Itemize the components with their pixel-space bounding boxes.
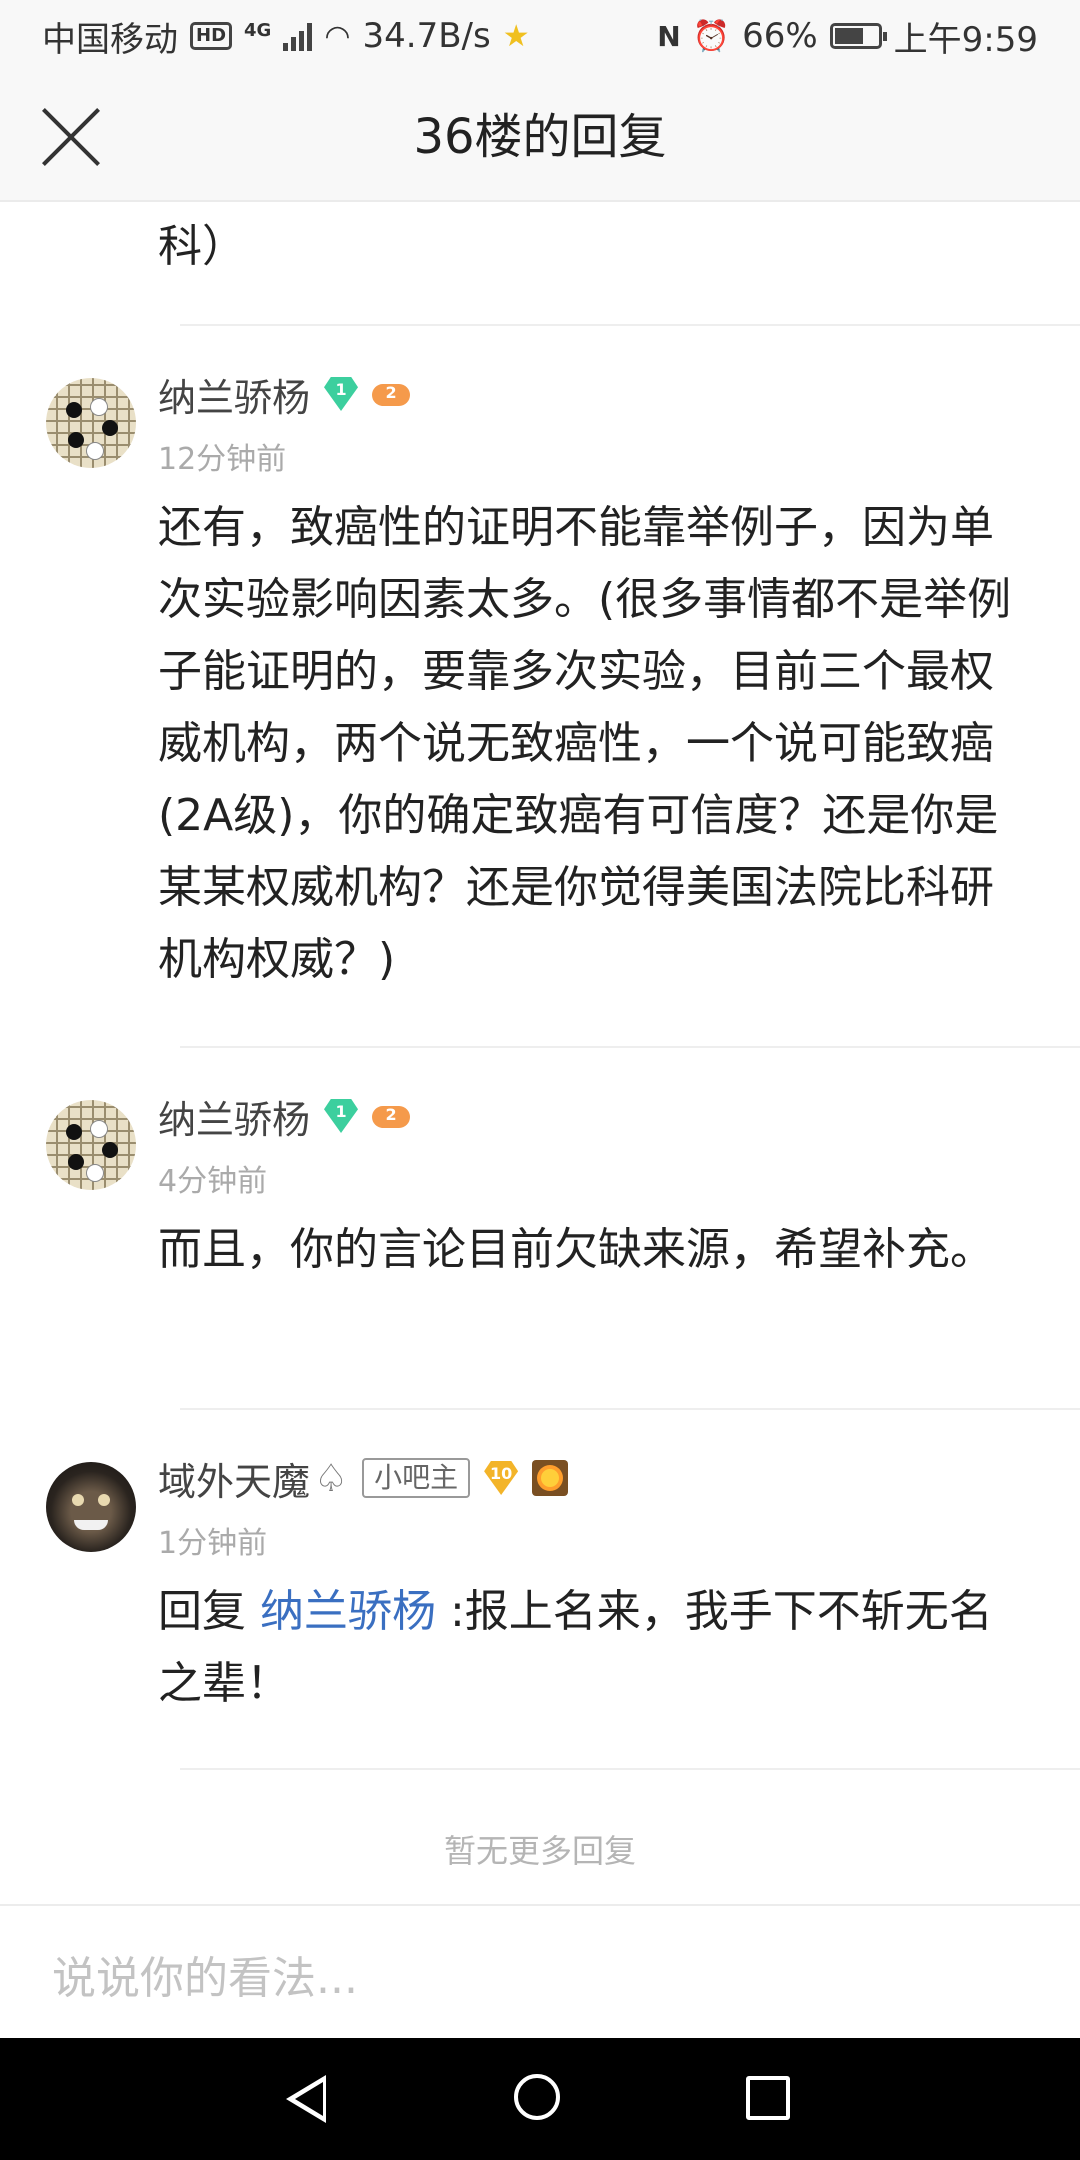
avatar[interactable]: [46, 1462, 136, 1552]
divider: [180, 1768, 1080, 1770]
mention-link[interactable]: 纳兰骄杨: [260, 1586, 436, 1637]
system-nav-bar: [0, 2038, 1080, 2160]
username[interactable]: 域外天魔: [158, 1451, 310, 1506]
battery-icon: [829, 23, 887, 49]
wifi-icon: ◠: [324, 18, 351, 54]
back-nav-icon[interactable]: [286, 2075, 326, 2123]
username[interactable]: 纳兰骄杨: [158, 367, 310, 422]
user-row: 纳兰骄杨 1 2: [158, 1088, 411, 1144]
home-nav-icon[interactable]: [514, 2074, 560, 2120]
alarm-icon: ⏰: [692, 18, 731, 54]
comment-input-bar[interactable]: 说说你的看法...: [0, 1904, 1080, 2038]
network-type: 4G: [244, 19, 272, 41]
previous-reply-fragment: 科）: [158, 221, 246, 272]
diamond-level-icon: 10: [484, 1461, 519, 1495]
no-more-replies: 暂无更多回复: [443, 1832, 636, 1870]
post-time: 12分钟前: [158, 442, 287, 477]
gamepad-badge-icon: 2: [372, 1102, 411, 1130]
post-time: 1分钟前: [158, 1526, 268, 1561]
gamepad-badge-icon: 2: [372, 380, 411, 408]
status-bar: 中国移动 HD 4G ◠ 34.7B/s ★ N ⏰ 66% 上午9:59: [0, 0, 1080, 72]
nfc-icon: N: [657, 19, 681, 53]
network-speed: 34.7B/s: [362, 16, 491, 56]
username[interactable]: 纳兰骄杨: [158, 1089, 310, 1144]
reply-text: 回复 纳兰骄杨 :报上名来，我手下不斩无名之辈！: [158, 1576, 1028, 1720]
comment-input[interactable]: 说说你的看法...: [52, 1942, 358, 2006]
hd-icon: HD: [190, 22, 233, 50]
avatar[interactable]: [46, 378, 136, 468]
post-time: 4分钟前: [158, 1164, 268, 1199]
reply-prefix: 回复: [158, 1586, 260, 1637]
reply-text: 还有，致癌性的证明不能靠举例子，因为单次实验影响因素太多。(很多事情都不是举例子…: [158, 502, 1012, 985]
sun-badge-icon: [532, 1460, 569, 1496]
recent-apps-icon[interactable]: [746, 2076, 790, 2120]
header: 36楼的回复: [0, 72, 1080, 202]
reply-text: 而且，你的言论目前欠缺来源，希望补充。: [158, 1224, 994, 1275]
carrier-label: 中国移动: [42, 19, 178, 60]
avatar[interactable]: [46, 1100, 136, 1190]
page-title: 36楼的回复: [413, 109, 667, 165]
owner-badge: 小吧主: [362, 1458, 471, 1498]
diamond-level-icon: 1: [324, 377, 359, 411]
user-row: 域外天魔 ♤ 小吧主 10: [158, 1450, 569, 1506]
spade-icon: ♤: [314, 1456, 349, 1500]
divider: [180, 324, 1080, 326]
divider: [180, 1046, 1080, 1048]
star-icon: ★: [502, 18, 530, 54]
diamond-level-icon: 1: [324, 1099, 359, 1133]
battery-percent: 66%: [742, 16, 818, 56]
user-row: 纳兰骄杨 1 2: [158, 366, 411, 422]
divider: [180, 1408, 1080, 1410]
clock: 上午9:59: [893, 19, 1038, 60]
signal-icon: [283, 21, 313, 51]
